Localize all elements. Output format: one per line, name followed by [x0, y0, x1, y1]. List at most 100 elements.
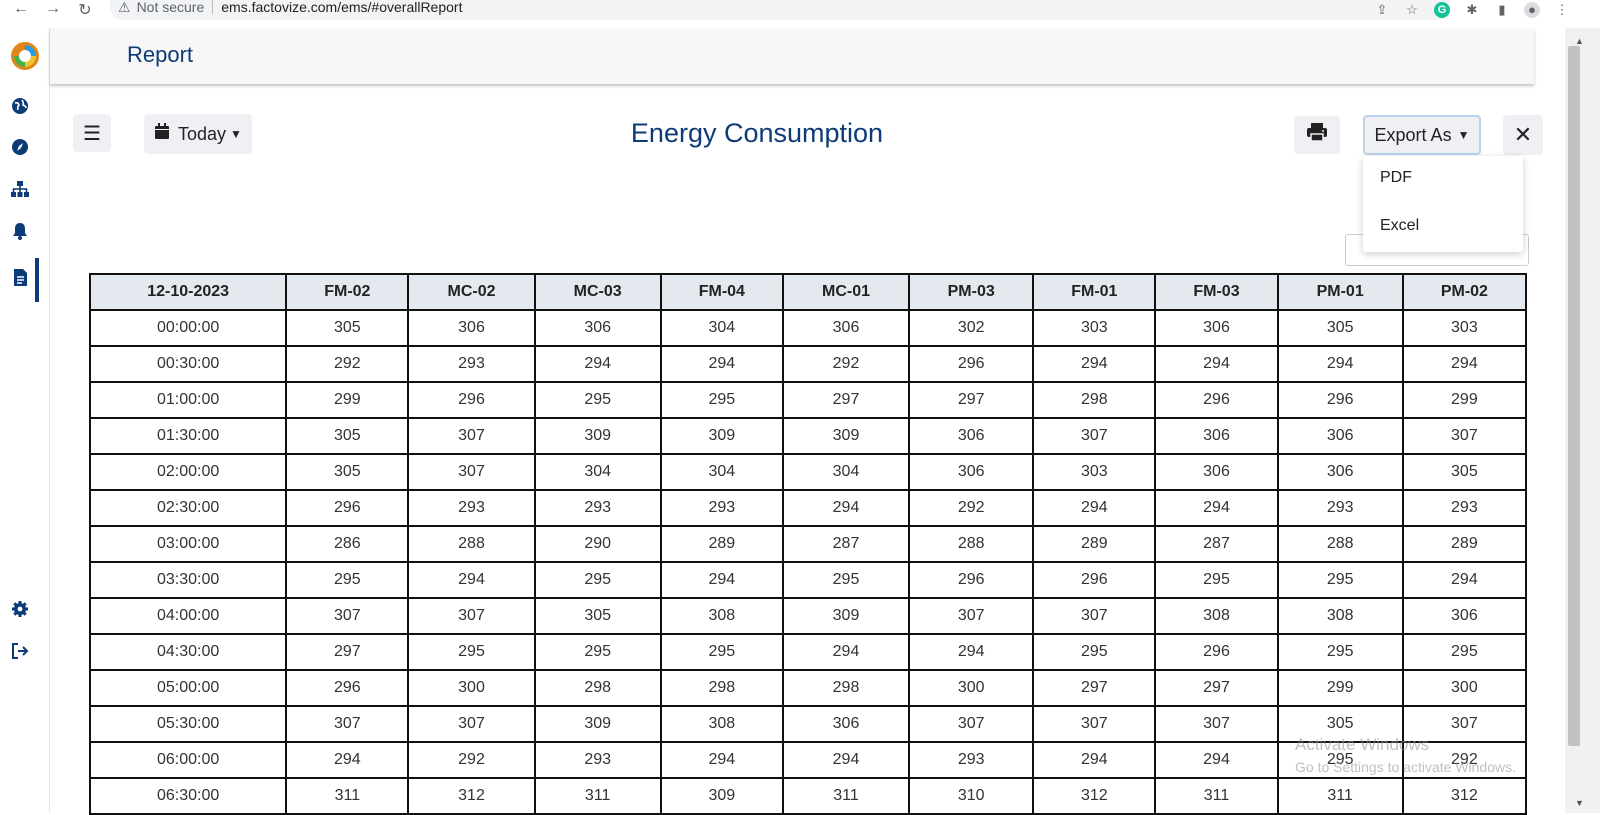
more-menu-icon[interactable]: ⋮: [1554, 2, 1570, 18]
consumption-cell: 296: [1032, 561, 1157, 599]
menu-button[interactable]: ☰: [73, 114, 111, 152]
time-cell: 01:30:00: [88, 417, 288, 455]
back-arrow-icon[interactable]: ←: [8, 0, 34, 18]
page-scrollbar[interactable]: ▲ ▼: [1565, 28, 1600, 813]
side-panel-icon[interactable]: ▮: [1494, 2, 1510, 18]
globe-icon[interactable]: [8, 94, 32, 118]
browser-toolbar: ← → ↻ ⚠ Not secure ems.factovize.com/ems…: [0, 0, 1600, 20]
table-row: 04:30:00 297 295 295 295 294 294 295 296 295 295: [88, 633, 1528, 671]
consumption-cell: 307: [407, 453, 536, 491]
close-icon: ✕: [1513, 122, 1533, 147]
consumption-cell: 298: [781, 669, 911, 707]
consumption-cell: 287: [1154, 525, 1279, 563]
consumption-cell: 292: [285, 345, 410, 383]
compass-icon[interactable]: [8, 135, 32, 159]
consumption-cell: 293: [1276, 489, 1404, 527]
consumption-cell: 307: [1401, 417, 1528, 455]
consumption-cell: 302: [908, 309, 1035, 347]
consumption-cell: 299: [285, 381, 410, 419]
export-dropdown-menu: PDF Excel: [1363, 156, 1523, 252]
forward-arrow-icon[interactable]: →: [40, 0, 66, 18]
scroll-up-arrow-icon[interactable]: ▲: [1575, 36, 1584, 46]
bell-icon[interactable]: [8, 219, 32, 243]
consumption-cell: 306: [407, 309, 536, 347]
time-cell: 03:30:00: [88, 561, 288, 599]
meter-column-header[interactable]: MC-03: [533, 273, 662, 311]
consumption-cell: 306: [1276, 417, 1404, 455]
meter-column-header[interactable]: FM-03: [1154, 273, 1279, 311]
time-cell: 06:00:00: [88, 741, 288, 779]
meter-column-header[interactable]: MC-01: [781, 273, 911, 311]
consumption-cell: 311: [285, 777, 410, 815]
consumption-cell: 298: [1032, 381, 1157, 419]
consumption-cell: 294: [781, 633, 911, 671]
app-logo[interactable]: [11, 42, 39, 70]
consumption-cell: 298: [659, 669, 784, 707]
consumption-cell: 295: [1401, 633, 1528, 671]
time-cell: 02:00:00: [88, 453, 288, 491]
export-as-button[interactable]: Export As ▼: [1363, 115, 1481, 155]
consumption-cell: 297: [781, 381, 911, 419]
printer-icon: [1306, 122, 1328, 148]
time-cell: 06:30:00: [88, 777, 288, 815]
time-cell: 04:30:00: [88, 633, 288, 671]
meter-column-header[interactable]: FM-04: [659, 273, 784, 311]
consumption-cell: 307: [407, 417, 536, 455]
consumption-cell: 294: [407, 561, 536, 599]
consumption-cell: 306: [908, 417, 1035, 455]
profile-avatar-icon[interactable]: ●: [1524, 2, 1540, 18]
url-text[interactable]: ems.factovize.com/ems/#overallReport: [221, 0, 462, 15]
reload-icon[interactable]: ↻: [72, 0, 98, 20]
export-excel-option[interactable]: Excel: [1380, 217, 1419, 235]
warning-triangle-icon[interactable]: ⚠: [118, 0, 131, 16]
consumption-cell: 293: [407, 345, 536, 383]
consumption-cell: 304: [533, 453, 662, 491]
close-button[interactable]: ✕: [1503, 115, 1543, 155]
consumption-cell: 293: [407, 489, 536, 527]
consumption-cell: 295: [781, 561, 911, 599]
report-document-icon[interactable]: [8, 265, 32, 289]
consumption-cell: 295: [407, 633, 536, 671]
meter-column-header[interactable]: MC-02: [407, 273, 536, 311]
date-column-header[interactable]: 12-10-2023: [88, 273, 288, 311]
consumption-cell: 293: [1401, 489, 1528, 527]
meter-column-header[interactable]: PM-03: [908, 273, 1035, 311]
consumption-cell: 306: [1154, 417, 1279, 455]
consumption-cell: 294: [1032, 345, 1157, 383]
meter-column-header[interactable]: FM-01: [1032, 273, 1157, 311]
meter-column-header[interactable]: FM-02: [285, 273, 410, 311]
time-cell: 04:00:00: [88, 597, 288, 635]
extensions-puzzle-icon[interactable]: ✱: [1464, 2, 1480, 18]
export-pdf-option[interactable]: PDF: [1380, 169, 1412, 187]
meter-column-header[interactable]: PM-01: [1276, 273, 1404, 311]
table-row: 03:00:00 286 288 290 289 287 288 289 287 288 289: [88, 525, 1528, 563]
consumption-cell: 294: [781, 741, 911, 779]
scroll-thumb[interactable]: [1568, 46, 1580, 746]
print-button[interactable]: [1294, 116, 1340, 154]
security-status[interactable]: Not secure: [137, 0, 205, 15]
logout-icon[interactable]: [8, 639, 32, 663]
consumption-cell: 303: [1032, 453, 1157, 491]
consumption-cell: 295: [1032, 633, 1157, 671]
date-filter-dropdown[interactable]: Today ▼: [144, 114, 252, 154]
gear-icon[interactable]: [8, 597, 32, 621]
consumption-cell: 307: [407, 705, 536, 743]
caret-down-icon: ▼: [230, 127, 242, 141]
consumption-cell: 295: [533, 633, 662, 671]
consumption-cell: 307: [407, 597, 536, 635]
grammarly-icon[interactable]: G: [1434, 2, 1450, 18]
hierarchy-icon[interactable]: [8, 177, 32, 201]
export-as-label: Export As: [1374, 124, 1452, 145]
table-row: 06:30:00 311 312 311 309 311 310 312 311 311 312: [88, 777, 1528, 815]
sidebar: [0, 28, 50, 813]
share-icon[interactable]: ⇪: [1374, 2, 1390, 18]
scroll-down-arrow-icon[interactable]: ▼: [1575, 798, 1584, 808]
consumption-cell: 306: [1154, 453, 1279, 491]
bookmark-star-icon[interactable]: ☆: [1404, 2, 1420, 18]
consumption-cell: 311: [1154, 777, 1279, 815]
address-bar[interactable]: ⚠ Not secure ems.factovize.com/ems/#over…: [110, 0, 1450, 20]
divider: [212, 0, 214, 14]
meter-column-header[interactable]: PM-02: [1401, 273, 1528, 311]
time-cell: 05:00:00: [88, 669, 288, 707]
consumption-cell: 308: [659, 597, 784, 635]
